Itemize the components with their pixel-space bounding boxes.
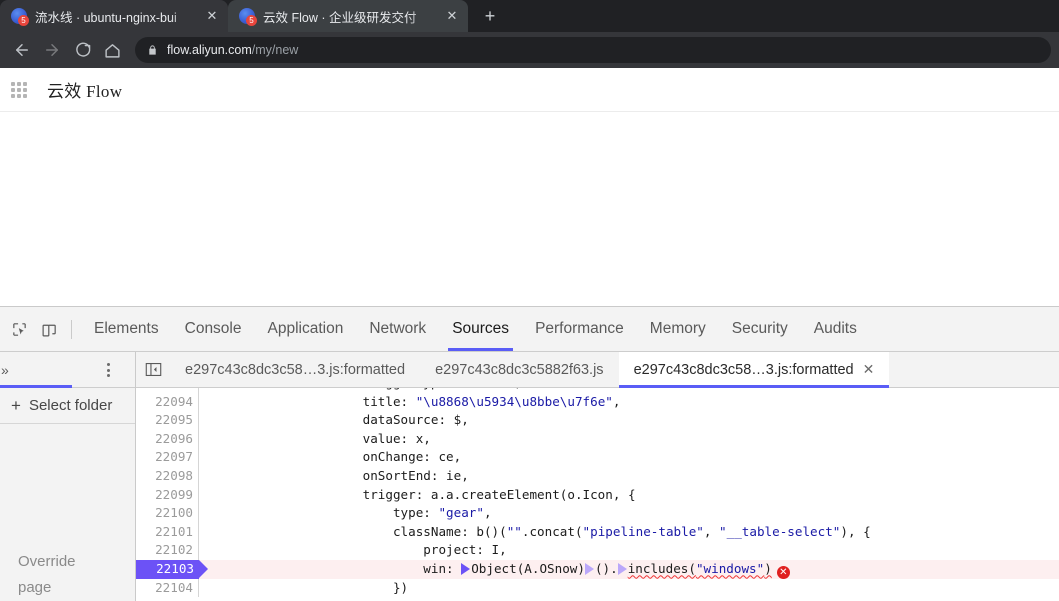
browser-tab-title: 流水线 · ubuntu-nginx-bui: [35, 10, 177, 25]
tab-security[interactable]: Security: [719, 307, 801, 351]
select-folder-button[interactable]: + Select folder: [0, 388, 135, 424]
browser-tab-title: 云效 Flow · 企业级研发交付: [263, 10, 417, 25]
inline-breakpoint-icon[interactable]: [617, 562, 627, 575]
sources-editor: e297c43c8dc3c58…3.js:formatted e297c43c8…: [136, 352, 1059, 601]
tab-performance[interactable]: Performance: [522, 307, 637, 351]
line-number[interactable]: 22094: [136, 392, 199, 412]
line-text[interactable]: className: b()("".concat("pipeline-table…: [199, 523, 871, 542]
browser-toolbar: flow.aliyun.com/my/new: [0, 32, 1059, 68]
line-number[interactable]: 22099: [136, 485, 199, 505]
code-editor[interactable]: 22093 triggerType: "click", 22094 title:…: [136, 388, 1059, 601]
line-number[interactable]: 22097: [136, 448, 199, 467]
code-line[interactable]: 22095 dataSource: $,: [136, 411, 1059, 430]
forward-arrow-icon[interactable]: [38, 36, 66, 64]
editor-tab-label: e297c43c8dc3c58…3.js:formatted: [633, 361, 854, 378]
line-text[interactable]: win: Object(A.OSnow) (). includes("windows…: [199, 560, 790, 579]
kebab-menu-icon[interactable]: [100, 361, 116, 379]
device-toolbar-icon[interactable]: [34, 314, 64, 344]
editor-tabbar: e297c43c8dc3c58…3.js:formatted e297c43c8…: [136, 352, 1059, 388]
browser-tab-1[interactable]: 流水线 · ubuntu-nginx-bui ✕: [0, 0, 228, 32]
close-icon[interactable]: ✕: [863, 361, 875, 378]
line-number-current[interactable]: 22103: [136, 559, 208, 579]
line-text[interactable]: onChange: ce,: [199, 448, 462, 467]
line-number[interactable]: 22102: [136, 541, 199, 560]
line-text[interactable]: onSortEnd: ie,: [199, 467, 469, 486]
code-line[interactable]: 22100 type: "gear",: [136, 504, 1059, 523]
line-number[interactable]: 22096: [136, 429, 199, 449]
inline-breakpoint-icon[interactable]: [461, 562, 471, 575]
code-scroll-region: 22093 triggerType: "click", 22094 title:…: [136, 388, 1059, 598]
page-header: 云效 Flow: [0, 68, 1059, 112]
editor-tab-3[interactable]: e297c43c8dc3c58…3.js:formatted ✕: [618, 352, 890, 388]
inspect-element-icon[interactable]: [4, 314, 34, 344]
tab-sources[interactable]: Sources: [439, 307, 522, 351]
devtools-tabbar: Elements Console Application Network Sou…: [0, 307, 1059, 352]
line-text[interactable]: }): [199, 579, 408, 598]
home-icon[interactable]: [98, 36, 126, 64]
sources-navigator: » + Select folder Override page: [0, 352, 136, 601]
override-note-line2: page: [18, 579, 52, 596]
navigator-empty-area: [0, 424, 135, 549]
devtools-body: » + Select folder Override page e297c43c…: [0, 352, 1059, 601]
select-folder-label: Select folder: [28, 397, 113, 414]
code-line[interactable]: 22096 value: x,: [136, 429, 1059, 449]
code-line[interactable]: 22099 trigger: a.a.createElement(o.Icon,…: [136, 485, 1059, 505]
browser-window: 流水线 · ubuntu-nginx-bui ✕ 云效 Flow · 企业级研发…: [0, 0, 1059, 601]
navigator-header: »: [0, 352, 135, 388]
line-number[interactable]: 22100: [136, 504, 199, 523]
new-tab-button[interactable]: +: [476, 2, 504, 30]
back-arrow-icon[interactable]: [8, 36, 36, 64]
line-number[interactable]: 22104: [136, 578, 199, 598]
code-line-current[interactable]: 22103 win: Object(A.OSnow) (). includes("w…: [136, 559, 1059, 579]
page-viewport: 云效 Flow: [0, 68, 1059, 306]
url-path: /my/new: [251, 43, 299, 57]
plus-icon: +: [11, 396, 21, 415]
favicon-icon: [11, 8, 29, 26]
tab-application[interactable]: Application: [255, 307, 357, 351]
url-text: flow.aliyun.com/my/new: [167, 43, 298, 57]
line-text[interactable]: value: x,: [199, 430, 431, 449]
code-line[interactable]: 22102 project: I,: [136, 541, 1059, 560]
lock-icon: [147, 44, 158, 56]
code-line[interactable]: 22094 title: "\u8868\u5934\u8bbe\u7f6e",: [136, 392, 1059, 412]
grid-icon[interactable]: [8, 79, 30, 101]
page-content-blank: [0, 112, 1059, 305]
line-number[interactable]: 22095: [136, 411, 199, 430]
tab-elements[interactable]: Elements: [81, 307, 172, 351]
line-number[interactable]: 22101: [136, 522, 199, 542]
code-line[interactable]: 22098 onSortEnd: ie,: [136, 466, 1059, 486]
tab-audits[interactable]: Audits: [801, 307, 870, 351]
page-title: 云效 Flow: [47, 82, 123, 101]
tab-memory[interactable]: Memory: [637, 307, 719, 351]
inline-breakpoint-icon[interactable]: [584, 562, 594, 575]
line-text[interactable]: type: "gear",: [199, 504, 492, 523]
browser-tabstrip: 流水线 · ubuntu-nginx-bui ✕ 云效 Flow · 企业级研发…: [0, 0, 1059, 32]
code-line[interactable]: 22104 }): [136, 578, 1059, 598]
line-text[interactable]: title: "\u8868\u5934\u8bbe\u7f6e",: [199, 393, 621, 412]
tab-console[interactable]: Console: [172, 307, 255, 351]
more-panels-icon[interactable]: »: [0, 362, 22, 378]
line-number[interactable]: 22098: [136, 466, 199, 486]
error-badge-icon[interactable]: ✕: [776, 565, 790, 579]
code-line[interactable]: 22101 className: b()("".concat("pipeline…: [136, 522, 1059, 542]
editor-tab-2[interactable]: e297c43c8dc3c5882f63.js: [420, 352, 619, 387]
code-line[interactable]: 22097 onChange: ce,: [136, 448, 1059, 467]
override-note-line1: Override: [18, 553, 76, 570]
line-text[interactable]: project: I,: [199, 541, 506, 560]
address-bar[interactable]: flow.aliyun.com/my/new: [135, 37, 1051, 63]
devtools-panel: Elements Console Application Network Sou…: [0, 306, 1059, 601]
line-text[interactable]: trigger: a.a.createElement(o.Icon, {: [199, 486, 636, 505]
show-navigator-icon[interactable]: [136, 352, 170, 387]
toolbar-divider: [71, 319, 72, 339]
editor-tab-1[interactable]: e297c43c8dc3c58…3.js:formatted: [170, 352, 420, 387]
tab-network[interactable]: Network: [356, 307, 439, 351]
favicon-icon: [239, 8, 257, 26]
url-host: flow.aliyun.com: [167, 43, 252, 57]
close-icon[interactable]: ✕: [444, 8, 460, 24]
reload-icon[interactable]: [68, 36, 96, 64]
line-text[interactable]: dataSource: $,: [199, 411, 469, 430]
browser-tab-2[interactable]: 云效 Flow · 企业级研发交付 ✕: [228, 0, 468, 32]
close-icon[interactable]: ✕: [204, 8, 220, 24]
